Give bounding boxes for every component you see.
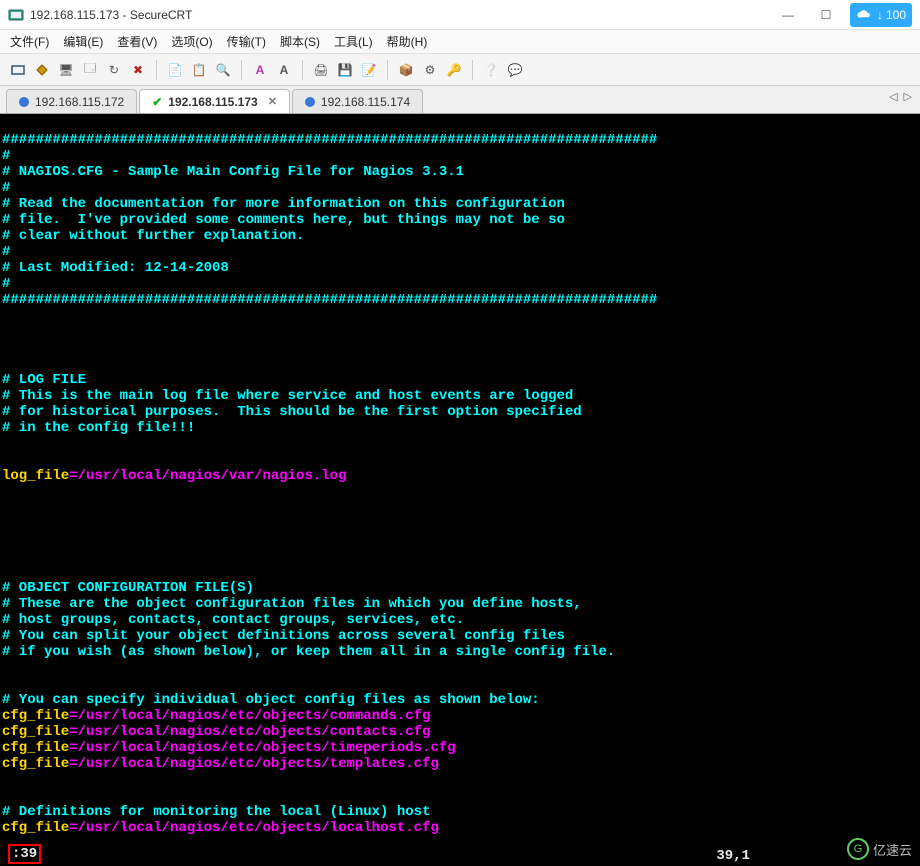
find-icon[interactable]: 🔍 — [213, 60, 233, 80]
term-line: # clear without further explanation. — [2, 228, 304, 244]
cloud-download-badge[interactable]: ↓ 100 — [850, 3, 912, 27]
paste-icon[interactable]: 📋 — [189, 60, 209, 80]
term-line: ########################################… — [2, 292, 657, 308]
toolbar-separator — [302, 60, 303, 80]
minimize-button[interactable]: — — [774, 5, 802, 25]
help-icon[interactable]: ❔ — [481, 60, 501, 80]
menu-file[interactable]: 文件(F) — [10, 33, 49, 50]
titlebar: 192.168.115.173 - SecureCRT — ☐ ↓ 100 — [0, 0, 920, 30]
menubar: 文件(F) 编辑(E) 查看(V) 选项(O) 传输(T) 脚本(S) 工具(L… — [0, 30, 920, 54]
app-icon — [8, 7, 24, 23]
menu-options[interactable]: 选项(O) — [171, 33, 212, 50]
term-line: cfg_file=/usr/local/nagios/etc/objects/l… — [2, 820, 439, 836]
term-line: # NAGIOS.CFG - Sample Main Config File f… — [2, 164, 464, 180]
term-line: cfg_file=/usr/local/nagios/etc/objects/t… — [2, 756, 439, 772]
tab-nav: ◁ ▷ — [889, 90, 912, 103]
disconnect-icon[interactable]: ✖ — [128, 60, 148, 80]
toolbar: 🖥 🗔 ↻ ✖ 📄 📋 🔍 A A 🖨 💾 📝 📦 ⚙ 🔑 ❔ 💬 — [0, 54, 920, 86]
log-icon[interactable]: 📝 — [359, 60, 379, 80]
sessions-icon[interactable]: 🗔 — [80, 60, 100, 80]
term-line: # file. I've provided some comments here… — [2, 212, 565, 228]
term-line: # LOG FILE — [2, 372, 86, 388]
term-line: cfg_file=/usr/local/nagios/etc/objects/t… — [2, 740, 456, 756]
connect-icon[interactable] — [8, 60, 28, 80]
window-title: 192.168.115.173 - SecureCRT — [30, 8, 774, 22]
save-icon[interactable]: 💾 — [335, 60, 355, 80]
toolbar-separator — [241, 60, 242, 80]
menu-tools[interactable]: 工具(L) — [334, 33, 373, 50]
term-line: ########################################… — [2, 132, 657, 148]
term-line: cfg_file=/usr/local/nagios/etc/objects/c… — [2, 708, 430, 724]
download-count: 100 — [886, 8, 906, 22]
term-line: # This is the main log file where servic… — [2, 388, 573, 404]
term-line: # OBJECT CONFIGURATION FILE(S) — [2, 580, 254, 596]
term-line: # host groups, contacts, contact groups,… — [2, 612, 464, 628]
tab-prev-icon[interactable]: ◁ — [889, 90, 897, 103]
watermark: G 亿速云 — [847, 838, 912, 860]
status-bullet-icon — [19, 97, 29, 107]
options-icon[interactable]: ⚙ — [420, 60, 440, 80]
transfer-icon[interactable]: 📦 — [396, 60, 416, 80]
term-line: cfg_file=/usr/local/nagios/etc/objects/c… — [2, 724, 430, 740]
tab-label: 192.168.115.173 — [168, 95, 257, 109]
font-icon[interactable]: A — [250, 60, 270, 80]
close-icon[interactable]: ✕ — [268, 95, 277, 108]
menu-view[interactable]: 查看(V) — [117, 33, 157, 50]
status-bullet-icon — [305, 97, 315, 107]
terminal[interactable]: ########################################… — [0, 114, 920, 866]
term-line: # for historical purposes. This should b… — [2, 404, 582, 420]
term-line: # Read the documentation for more inform… — [2, 196, 565, 212]
maximize-button[interactable]: ☐ — [812, 5, 840, 25]
term-line: # You can specify individual object conf… — [2, 692, 540, 708]
term-line: # if you wish (as shown below), or keep … — [2, 644, 615, 660]
menu-edit[interactable]: 编辑(E) — [63, 33, 103, 50]
quick-connect-icon[interactable] — [32, 60, 52, 80]
term-line: # — [2, 180, 10, 196]
term-line: # — [2, 244, 10, 260]
term-line: # Definitions for monitoring the local (… — [2, 804, 430, 820]
term-line: log_file=/usr/local/nagios/var/nagios.lo… — [2, 468, 346, 484]
term-line: # Last Modified: 12-14-2008 — [2, 260, 229, 276]
reconnect-icon[interactable]: ↻ — [104, 60, 124, 80]
cursor-position: 39,1 — [716, 848, 750, 864]
menu-help[interactable]: 帮助(H) — [387, 33, 428, 50]
session-icon[interactable]: 🖥 — [56, 60, 76, 80]
menu-transfer[interactable]: 传输(T) — [227, 33, 266, 50]
tab-session-3[interactable]: 192.168.115.174 — [292, 89, 423, 113]
watermark-text: 亿速云 — [873, 840, 912, 859]
toolbar-separator — [387, 60, 388, 80]
copy-icon[interactable]: 📄 — [165, 60, 185, 80]
term-line: # — [2, 148, 10, 164]
check-icon: ✔ — [152, 95, 162, 109]
tab-session-2-active[interactable]: ✔ 192.168.115.173 ✕ — [139, 89, 290, 113]
term-line: # These are the object configuration fil… — [2, 596, 582, 612]
cloud-icon — [856, 9, 874, 21]
download-arrow-icon: ↓ — [877, 8, 883, 22]
term-line: # You can split your object definitions … — [2, 628, 565, 644]
print-icon[interactable]: 🖨 — [311, 60, 331, 80]
tab-session-1[interactable]: 192.168.115.172 — [6, 89, 137, 113]
tabbar: 192.168.115.172 ✔ 192.168.115.173 ✕ 192.… — [0, 86, 920, 114]
tab-label: 192.168.115.172 — [35, 95, 124, 109]
toolbar-separator — [156, 60, 157, 80]
term-line: # — [2, 276, 10, 292]
key-icon[interactable]: 🔑 — [444, 60, 464, 80]
status-line-number: :39 — [8, 844, 41, 864]
watermark-logo-icon: G — [847, 838, 869, 860]
menu-script[interactable]: 脚本(S) — [280, 33, 320, 50]
tab-label: 192.168.115.174 — [321, 95, 410, 109]
term-line: # in the config file!!! — [2, 420, 195, 436]
color-icon[interactable]: A — [274, 60, 294, 80]
chat-icon[interactable]: 💬 — [505, 60, 525, 80]
toolbar-separator — [472, 60, 473, 80]
tab-next-icon[interactable]: ▷ — [904, 90, 912, 103]
